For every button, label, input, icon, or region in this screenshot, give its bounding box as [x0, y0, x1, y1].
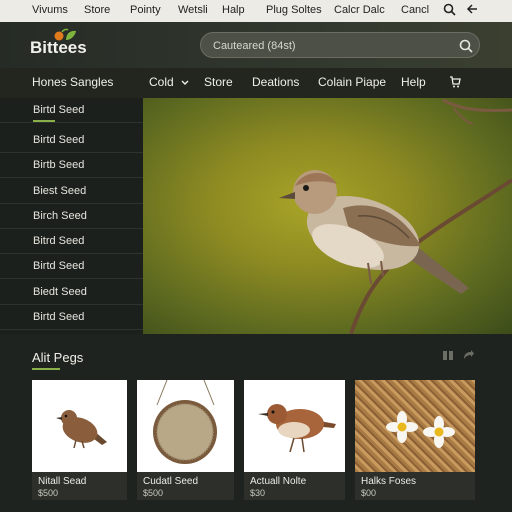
sidebar-item[interactable]: Birtb Seed — [0, 153, 143, 178]
top-link-wetsli[interactable]: Wetsli — [178, 4, 208, 16]
back-arrow-icon[interactable] — [466, 3, 478, 18]
product-price: $500 — [143, 488, 164, 498]
top-link-store[interactable]: Store — [84, 4, 110, 16]
main-nav: Hones Sangles Cold Store Deations Colain… — [0, 68, 512, 98]
product-image — [137, 380, 234, 472]
product-card[interactable]: Actuall Nolte $30 — [244, 380, 345, 500]
product-caption: Cudatl Seed — [143, 476, 199, 487]
nav-home-singles[interactable]: Hones Sangles — [32, 75, 113, 89]
bird-illustration — [258, 404, 336, 453]
nav-item-store[interactable]: Store — [204, 75, 233, 89]
search-icon[interactable] — [443, 3, 456, 19]
sidebar-item-label: Birch Seed — [33, 210, 87, 222]
sidebar-item[interactable]: Bitrd Seed — [0, 229, 143, 254]
sidebar-item[interactable]: Birtd Seed — [0, 128, 143, 153]
nav-item-deations[interactable]: Deations — [252, 75, 299, 89]
top-link-halp[interactable]: Halp — [222, 4, 245, 16]
sidebar-item-label: Birtd Seed — [33, 311, 85, 323]
seed-feeder-illustration — [153, 380, 217, 464]
hero-bird-image — [143, 98, 512, 334]
flowers-on-seeds-illustration — [386, 411, 455, 448]
nav-item-cold[interactable]: Cold — [149, 75, 189, 89]
active-indicator — [33, 120, 55, 122]
product-card[interactable]: Nitall Sead $500 — [32, 380, 127, 500]
grid-icon[interactable] — [442, 349, 454, 361]
product-image — [355, 380, 475, 472]
sidebar-item[interactable]: Birtd Seed — [0, 98, 143, 123]
product-caption: Actuall Nolte — [250, 476, 307, 487]
product-card[interactable]: Halks Foses $00 — [355, 380, 475, 500]
section-title: Alit Pegs — [32, 350, 84, 365]
sidebar-item[interactable]: Birch Seed — [0, 204, 143, 229]
chevron-down-icon — [181, 80, 189, 85]
category-sidebar: Birtd Seed Birtd Seed Birtb Seed Biest S… — [0, 98, 143, 334]
site-logo[interactable]: Bittees — [30, 38, 87, 58]
sidebar-item[interactable]: Biedt Seed — [0, 280, 143, 305]
product-caption: Halks Foses — [361, 476, 417, 487]
sidebar-item-label: Birtb Seed — [33, 159, 85, 171]
top-link-plug-soltes[interactable]: Plug Soltes — [266, 4, 322, 16]
product-price: $500 — [38, 488, 59, 498]
top-link-pointy[interactable]: Pointy — [130, 4, 161, 16]
site-header: Bittees — [0, 22, 512, 68]
wren-illustration — [56, 410, 107, 449]
product-image — [244, 380, 345, 472]
sidebar-item-label: Bitrd Seed — [33, 235, 85, 247]
search-box — [200, 32, 480, 58]
top-link-calcr-dalc[interactable]: Calcr Dalc — [334, 4, 385, 16]
share-icon[interactable] — [462, 349, 474, 361]
product-caption: Nitall Sead — [38, 476, 87, 487]
product-price: $00 — [361, 488, 377, 498]
sidebar-item-label: Birtd Seed — [33, 134, 85, 146]
top-utility-bar: Vivums Store Pointy Wetsli Halp Plug Sol… — [0, 0, 512, 22]
search-icon[interactable] — [458, 38, 474, 54]
nav-item-cold-label: Cold — [149, 75, 174, 89]
sidebar-item[interactable]: Birtd Seed — [0, 305, 143, 330]
top-link-cancl[interactable]: Cancl — [401, 4, 429, 16]
nav-item-help[interactable]: Help — [401, 75, 426, 89]
product-price: $30 — [250, 488, 266, 498]
top-link-vivums[interactable]: Vivums — [32, 4, 68, 16]
sidebar-item[interactable]: Birtd Seed — [0, 254, 143, 279]
product-image — [32, 380, 127, 472]
section-underline — [32, 368, 60, 370]
sidebar-item-label: Birtd Seed — [33, 104, 85, 116]
cart-icon[interactable] — [449, 76, 461, 91]
sparrow-illustration — [279, 98, 512, 334]
product-card[interactable]: Cudatl Seed $500 — [137, 380, 234, 500]
sidebar-item-label: Birtd Seed — [33, 260, 85, 272]
sidebar-item-label: Biedt Seed — [33, 286, 87, 298]
sidebar-item-label: Biest Seed — [33, 185, 87, 197]
search-input[interactable] — [213, 37, 443, 54]
sidebar-item[interactable]: Biest Seed — [0, 179, 143, 204]
nav-item-colain-piape[interactable]: Colain Piape — [318, 75, 386, 89]
